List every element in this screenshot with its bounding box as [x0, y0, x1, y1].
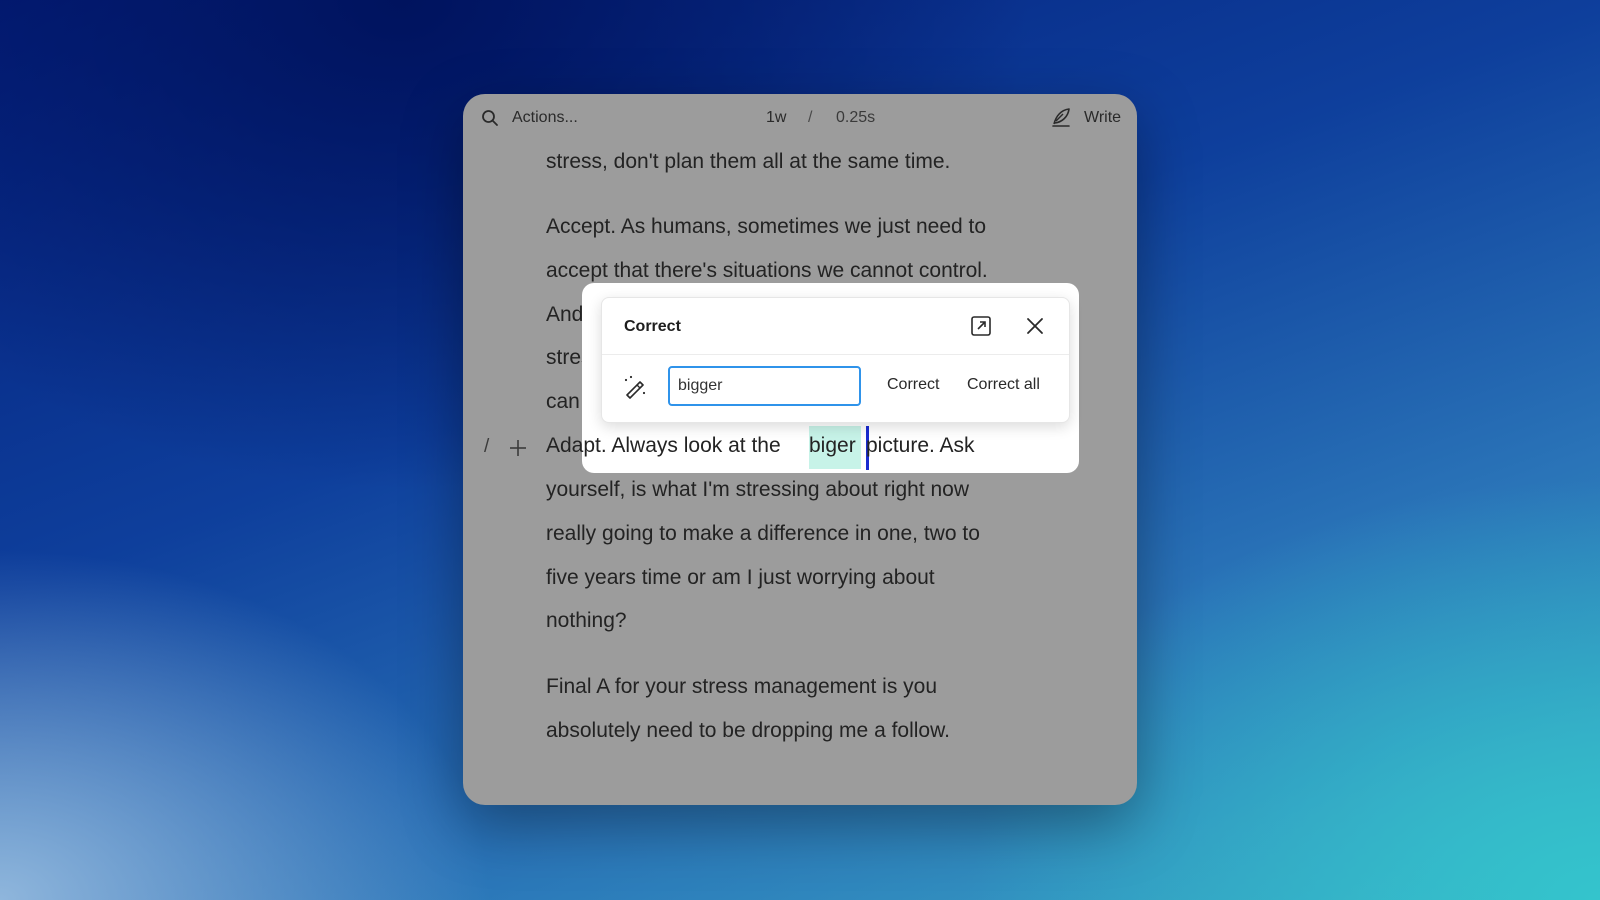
paragraph-line: really going to make a difference in one…: [546, 522, 980, 545]
actions-search[interactable]: Actions...: [512, 109, 578, 127]
top-toolbar: Actions... 1w / 0.25s Write: [463, 94, 1137, 142]
adapt-line-rest: picture. Ask: [866, 434, 975, 457]
correction-input[interactable]: [668, 366, 861, 406]
expand-icon[interactable]: [970, 315, 992, 337]
correct-button[interactable]: Correct: [887, 376, 939, 394]
paragraph-line: Final A for your stress management is yo…: [546, 675, 938, 698]
magic-wand-icon: [624, 375, 646, 399]
misspelled-word[interactable]: biger: [809, 434, 856, 458]
card-divider: [602, 354, 1069, 355]
block-handle[interactable]: /: [484, 436, 489, 458]
word-count: 1w: [766, 109, 787, 126]
paragraph-line: accept that there's situations we cannot…: [546, 259, 988, 282]
paragraph-line: stress, don't plan them all at the same …: [546, 150, 951, 173]
paragraph-line: Accept. As humans, sometimes we just nee…: [546, 215, 987, 238]
paragraph-line: absolutely need to be dropping me a foll…: [546, 719, 950, 742]
search-icon[interactable]: [481, 109, 499, 127]
paragraph-line: five years time or am I just worrying ab…: [546, 566, 935, 589]
write-mode-button[interactable]: Write: [1084, 109, 1121, 127]
toolbar-separator: /: [808, 109, 813, 126]
paragraph-line: yourself, is what I'm stressing about ri…: [546, 478, 970, 501]
close-icon[interactable]: [1025, 316, 1045, 336]
elapsed-time: 0.25s: [836, 109, 876, 126]
paragraph-line: nothing?: [546, 609, 627, 632]
correct-card: Correct Correct Correct all: [601, 297, 1070, 423]
plus-icon[interactable]: [508, 438, 528, 458]
adapt-line-start: Adapt. Always look at the: [546, 434, 781, 457]
write-icon[interactable]: [1050, 106, 1072, 128]
correct-all-button[interactable]: Correct all: [967, 376, 1040, 394]
card-title: Correct: [624, 318, 681, 335]
